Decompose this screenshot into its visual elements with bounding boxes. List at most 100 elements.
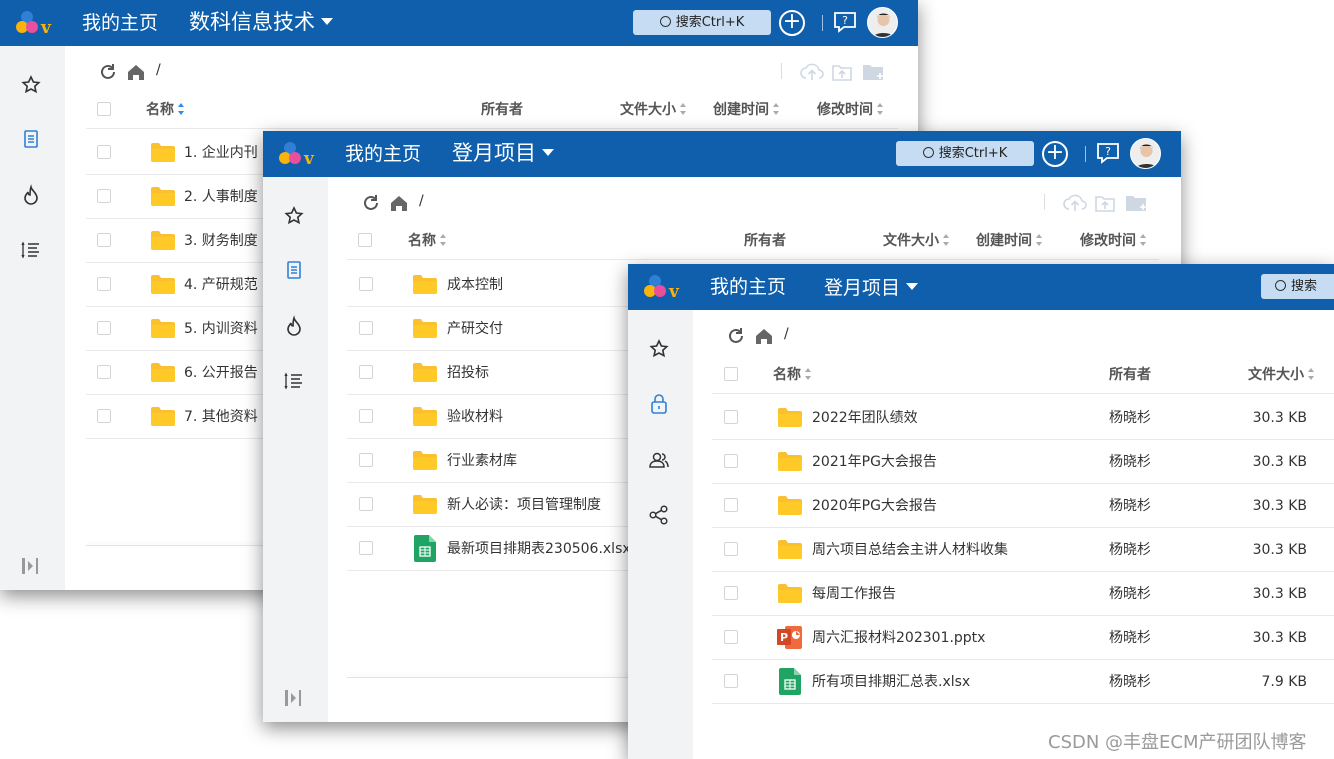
file-name[interactable]: 5. 内训资料	[184, 307, 258, 351]
file-name[interactable]: 3. 财务制度	[184, 219, 258, 263]
select-all-checkbox[interactable]	[358, 233, 372, 247]
app-logo[interactable]: v	[14, 8, 54, 38]
column-name[interactable]: 名称	[146, 91, 185, 129]
app-logo[interactable]: v	[277, 139, 317, 169]
breadcrumb[interactable]: /	[419, 193, 424, 209]
select-all-checkbox[interactable]	[97, 102, 111, 116]
space-selector[interactable]: 数科信息技术	[189, 8, 333, 36]
table-row[interactable]: 所有项目排期汇总表.xlsx 杨晓杉 7.9 KB	[712, 660, 1334, 704]
add-button[interactable]: +	[1042, 141, 1068, 167]
row-checkbox[interactable]	[359, 409, 373, 423]
row-checkbox[interactable]	[724, 498, 738, 512]
file-name[interactable]: 2020年PG大会报告	[812, 484, 937, 528]
upload-folder-icon[interactable]	[831, 61, 853, 83]
file-name[interactable]: 招投标	[447, 351, 489, 395]
row-checkbox[interactable]	[724, 410, 738, 424]
file-name[interactable]: 所有项目排期汇总表.xlsx	[812, 660, 970, 704]
app-logo[interactable]: v	[642, 272, 682, 302]
column-modified[interactable]: 修改时间	[817, 91, 884, 129]
file-name[interactable]: 4. 产研规范	[184, 263, 258, 307]
new-folder-icon[interactable]	[861, 61, 887, 83]
row-checkbox[interactable]	[97, 145, 111, 159]
list-icon[interactable]	[20, 239, 42, 261]
row-checkbox[interactable]	[97, 365, 111, 379]
document-icon[interactable]	[283, 259, 305, 281]
column-modified[interactable]: 修改时间	[1080, 222, 1147, 260]
row-checkbox[interactable]	[359, 365, 373, 379]
row-checkbox[interactable]	[724, 454, 738, 468]
table-row[interactable]: 2020年PG大会报告 杨晓杉 30.3 KB	[712, 484, 1334, 528]
star-icon[interactable]	[648, 338, 670, 360]
help-icon[interactable]: ?	[1096, 142, 1120, 164]
avatar[interactable]	[1130, 138, 1161, 169]
share-icon[interactable]	[648, 504, 670, 526]
column-size[interactable]: 文件大小	[883, 222, 950, 260]
column-created[interactable]: 创建时间	[713, 91, 780, 129]
column-created[interactable]: 创建时间	[976, 222, 1043, 260]
document-icon[interactable]	[20, 128, 42, 150]
row-checkbox[interactable]	[724, 630, 738, 644]
collapse-sidebar-icon[interactable]	[20, 556, 42, 576]
row-checkbox[interactable]	[359, 321, 373, 335]
users-icon[interactable]	[648, 449, 670, 471]
breadcrumb[interactable]: /	[156, 62, 161, 78]
row-checkbox[interactable]	[97, 233, 111, 247]
upload-cloud-icon[interactable]	[1062, 192, 1088, 214]
search-button[interactable]: 搜索Ctrl+K	[633, 10, 771, 35]
sort-icon[interactable]	[805, 368, 812, 380]
column-name[interactable]: 名称	[773, 356, 812, 394]
table-row[interactable]: P 周六汇报材料202301.pptx 杨晓杉 30.3 KB	[712, 616, 1334, 660]
new-folder-icon[interactable]	[1124, 192, 1150, 214]
refresh-icon[interactable]	[97, 61, 119, 83]
file-name[interactable]: 1. 企业内刊	[184, 131, 258, 175]
row-checkbox[interactable]	[359, 453, 373, 467]
refresh-icon[interactable]	[360, 192, 382, 214]
star-icon[interactable]	[283, 205, 305, 227]
row-checkbox[interactable]	[724, 586, 738, 600]
file-name[interactable]: 新人必读：项目管理制度	[447, 483, 601, 527]
file-name[interactable]: 7. 其他资料	[184, 395, 258, 439]
sort-icon[interactable]	[440, 234, 447, 246]
home-link[interactable]: 我的主页	[710, 274, 786, 300]
column-size[interactable]: 文件大小	[1248, 356, 1315, 394]
file-name[interactable]: 2021年PG大会报告	[812, 440, 937, 484]
file-name[interactable]: 成本控制	[447, 263, 503, 307]
home-icon[interactable]	[388, 192, 410, 214]
row-checkbox[interactable]	[97, 409, 111, 423]
file-name[interactable]: 6. 公开报告	[184, 351, 258, 395]
column-size[interactable]: 文件大小	[620, 91, 687, 129]
star-icon[interactable]	[20, 74, 42, 96]
row-checkbox[interactable]	[724, 542, 738, 556]
home-icon[interactable]	[753, 325, 775, 347]
file-name[interactable]: 周六汇报材料202301.pptx	[812, 616, 985, 660]
row-checkbox[interactable]	[97, 189, 111, 203]
lock-icon[interactable]	[648, 393, 670, 415]
avatar[interactable]	[867, 7, 898, 38]
space-selector[interactable]: 登月项目	[824, 274, 919, 302]
fire-icon[interactable]	[283, 315, 305, 337]
file-name[interactable]: 行业素材库	[447, 439, 517, 483]
row-checkbox[interactable]	[97, 321, 111, 335]
row-checkbox[interactable]	[724, 674, 738, 688]
home-link[interactable]: 我的主页	[345, 141, 421, 167]
upload-folder-icon[interactable]	[1094, 192, 1116, 214]
file-name[interactable]: 周六项目总结会主讲人材料收集	[812, 528, 1008, 572]
fire-icon[interactable]	[20, 184, 42, 206]
sort-icon[interactable]	[1308, 368, 1315, 380]
refresh-icon[interactable]	[725, 325, 747, 347]
row-checkbox[interactable]	[359, 277, 373, 291]
table-row[interactable]: 2022年团队绩效 杨晓杉 30.3 KB	[712, 396, 1334, 440]
sort-icon[interactable]	[680, 103, 687, 115]
select-all-checkbox[interactable]	[724, 367, 738, 381]
add-button[interactable]: +	[779, 10, 805, 36]
home-icon[interactable]	[125, 61, 147, 83]
sort-icon[interactable]	[773, 103, 780, 115]
table-row[interactable]: 每周工作报告 杨晓杉 30.3 KB	[712, 572, 1334, 616]
breadcrumb[interactable]: /	[784, 326, 789, 342]
search-button[interactable]: 搜索	[1261, 274, 1334, 299]
row-checkbox[interactable]	[359, 541, 373, 555]
space-selector[interactable]: 登月项目	[452, 139, 554, 167]
sort-icon[interactable]	[1140, 234, 1147, 246]
sort-icon[interactable]	[178, 103, 185, 115]
table-row[interactable]: 周六项目总结会主讲人材料收集 杨晓杉 30.3 KB	[712, 528, 1334, 572]
